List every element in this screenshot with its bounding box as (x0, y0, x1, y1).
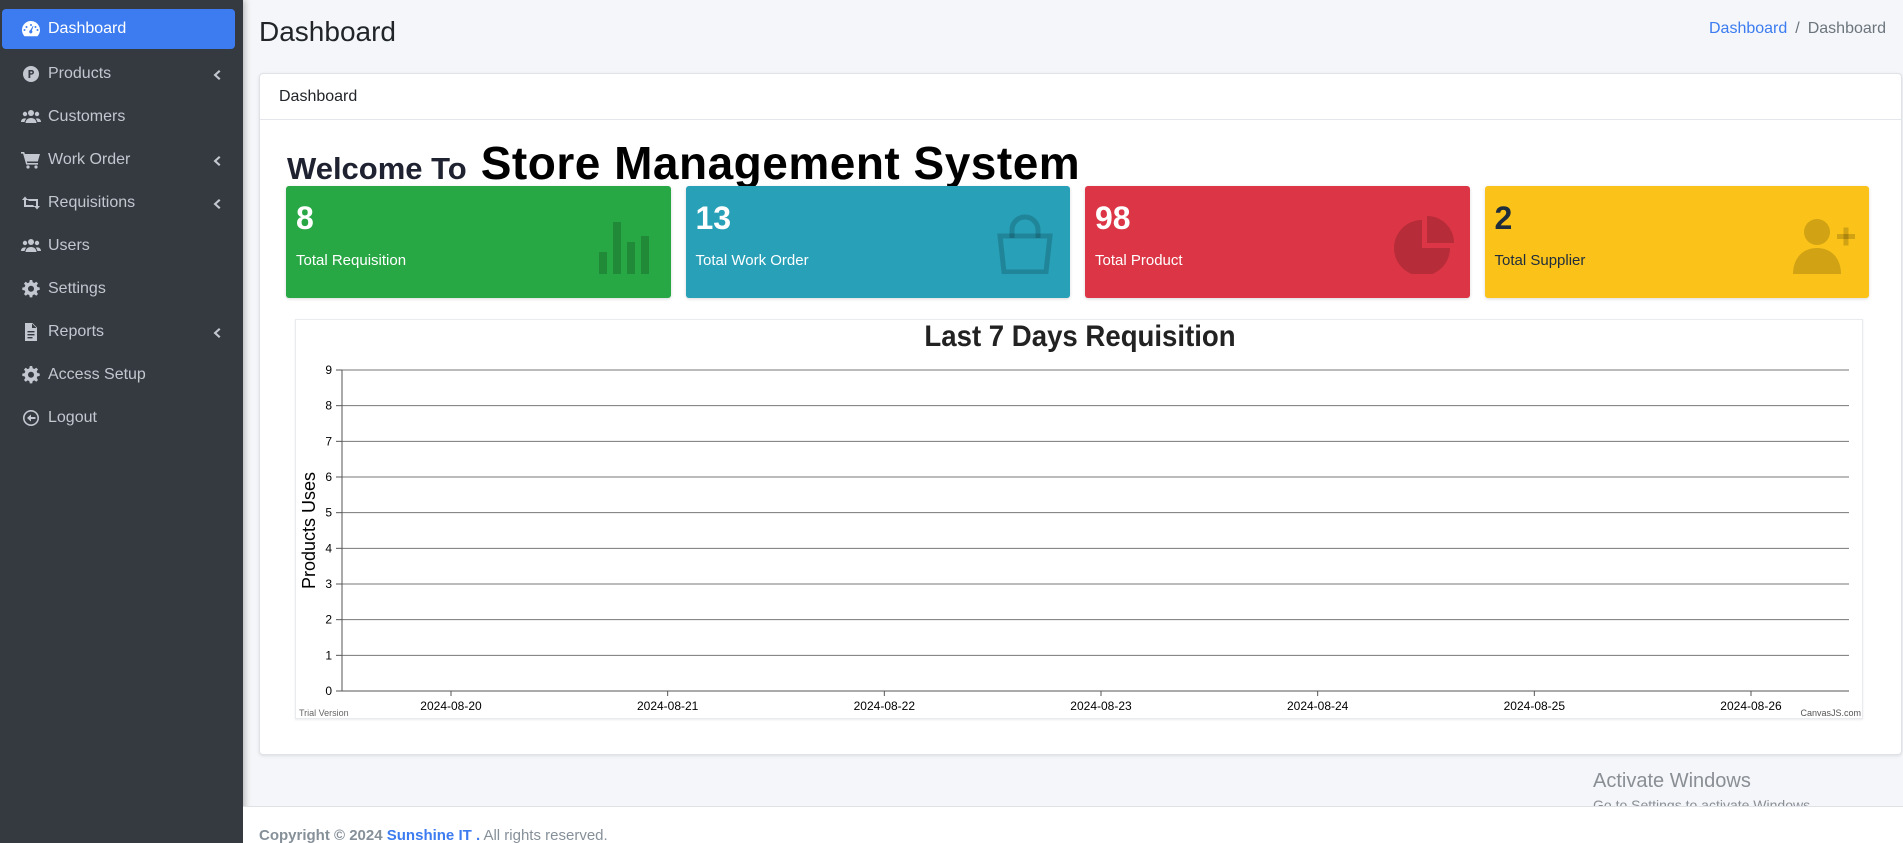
stat-box-total-product[interactable]: 98 Total Product (1085, 186, 1470, 298)
gear-icon (20, 279, 42, 298)
sidebar-item-requisitions[interactable]: Requisitions (2, 181, 235, 224)
x-tick-label: 2024-08-21 (637, 699, 699, 713)
sidebar-item-label: Users (48, 236, 90, 254)
card-header: Dashboard (260, 74, 1901, 120)
welcome-prefix: Welcome To (287, 151, 467, 186)
chart-title: Last 7 Days Requisition (924, 320, 1235, 353)
footer-rights: All rights reserved. (483, 827, 608, 843)
stat-box-total-requisition[interactable]: 8 Total Requisition (286, 186, 671, 298)
sidebar-item-label: Work Order (48, 150, 131, 168)
users-icon (20, 108, 42, 126)
sidebar-item-label: Requisitions (48, 193, 136, 211)
sidebar-item-label: Settings (48, 279, 106, 297)
sidebar-item-settings[interactable]: Settings (2, 267, 235, 310)
requisition-chart: Last 7 Days Requisition 0 1 2 3 4 5 6 7 8 9 Product… (295, 319, 1863, 719)
y-axis-label: Products Uses (299, 472, 319, 589)
breadcrumb-separator: / (1795, 20, 1800, 37)
y-tick-label: 6 (325, 470, 332, 484)
stat-box-total-work-order[interactable]: 13 Total Work Order (685, 186, 1070, 298)
sidebar-item-label: Logout (48, 408, 97, 426)
y-tick-label: 2 (325, 613, 332, 627)
sidebar-item-customers[interactable]: Customers (2, 95, 235, 138)
user-plus-icon (1793, 214, 1855, 274)
sidebar-item-logout[interactable]: Logout (2, 396, 235, 439)
cart-icon (20, 151, 42, 169)
y-tick-label: 7 (325, 434, 332, 448)
sidebar-item-users[interactable]: Users (2, 224, 235, 267)
sidebar-item-dashboard[interactable]: Dashboard (2, 9, 235, 49)
x-tick-label: 2024-08-22 (854, 699, 916, 713)
sidebar-item-label: Dashboard (48, 20, 127, 37)
welcome-system-name: Store Management System (480, 137, 1081, 189)
page-title: Dashboard (259, 16, 396, 47)
sidebar-item-reports[interactable]: Reports (2, 310, 235, 353)
sidebar: Dashboard Products Customers Work Order Requ… (0, 0, 243, 843)
pie-chart-icon (1393, 214, 1456, 276)
x-tick-label: 2024-08-26 (1720, 699, 1782, 713)
y-tick-label: 5 (325, 506, 332, 520)
bar-chart-icon (595, 214, 657, 274)
stat-boxes: 8 Total Requisition 13 Total Work Order 98 To… (286, 186, 1869, 298)
sidebar-item-label: Access Setup (48, 365, 146, 383)
file-icon (20, 322, 42, 341)
y-tick-label: 0 (325, 684, 332, 698)
breadcrumb: Dashboard / Dashboard (1709, 20, 1886, 38)
x-tick-label: 2024-08-24 (1287, 699, 1349, 713)
trial-version-watermark: Trial Version (299, 708, 349, 718)
chart-svg: Last 7 Days Requisition 0 1 2 3 4 5 6 7 8 9 Product… (299, 320, 1861, 718)
y-tick-label: 1 (325, 648, 332, 662)
sidebar-item-label: Reports (48, 322, 105, 340)
caret-left-icon[interactable] (211, 68, 221, 80)
breadcrumb-link-dashboard[interactable]: Dashboard (1709, 20, 1787, 38)
product-p-icon (20, 65, 42, 83)
shopping-bag-icon (994, 214, 1056, 275)
stat-box-total-supplier[interactable]: 2 Total Supplier (1484, 186, 1869, 298)
y-tick-label: 4 (325, 541, 332, 555)
activate-windows-title: Activate Windows (1593, 770, 1751, 792)
sidebar-item-access-setup[interactable]: Access Setup (2, 353, 235, 396)
caret-left-icon[interactable] (211, 154, 221, 166)
logout-icon (20, 409, 42, 427)
gauge-icon (20, 20, 42, 38)
x-tick-label: 2024-08-20 (420, 699, 482, 713)
x-tick-label: 2024-08-23 (1070, 699, 1132, 713)
sidebar-item-work-order[interactable]: Work Order (2, 138, 235, 181)
sidebar-item-label: Customers (48, 107, 126, 125)
sidebar-nav: Dashboard Products Customers Work Order Requ… (0, 0, 243, 439)
sidebar-item-label: Products (48, 64, 112, 82)
retweet-icon (20, 194, 42, 212)
breadcrumb-current: Dashboard (1807, 20, 1886, 37)
y-tick-label: 3 (325, 577, 332, 591)
y-tick-label: 9 (325, 363, 332, 377)
caret-left-icon[interactable] (211, 326, 221, 338)
gear-icon (20, 365, 42, 384)
caret-left-icon[interactable] (211, 197, 221, 209)
canvasjs-watermark: CanvasJS.com (1800, 708, 1861, 718)
sidebar-item-products[interactable]: Products (2, 52, 235, 95)
welcome-heading: Welcome To Store Management System (287, 136, 1080, 190)
y-tick-label: 8 (325, 399, 332, 413)
footer-brand-link[interactable]: Sunshine IT . (387, 827, 480, 843)
copyright-text: Copyright © 2024 (259, 827, 383, 843)
x-tick-label: 2024-08-25 (1504, 699, 1566, 713)
users-icon (20, 237, 42, 255)
dashboard-card: Dashboard Welcome To Store Management Sy… (259, 73, 1902, 755)
footer: Copyright © 2024 Sunshine IT . All right… (243, 806, 1903, 843)
main-content: Dashboard Dashboard / Dashboard Dashboar… (243, 0, 1903, 843)
